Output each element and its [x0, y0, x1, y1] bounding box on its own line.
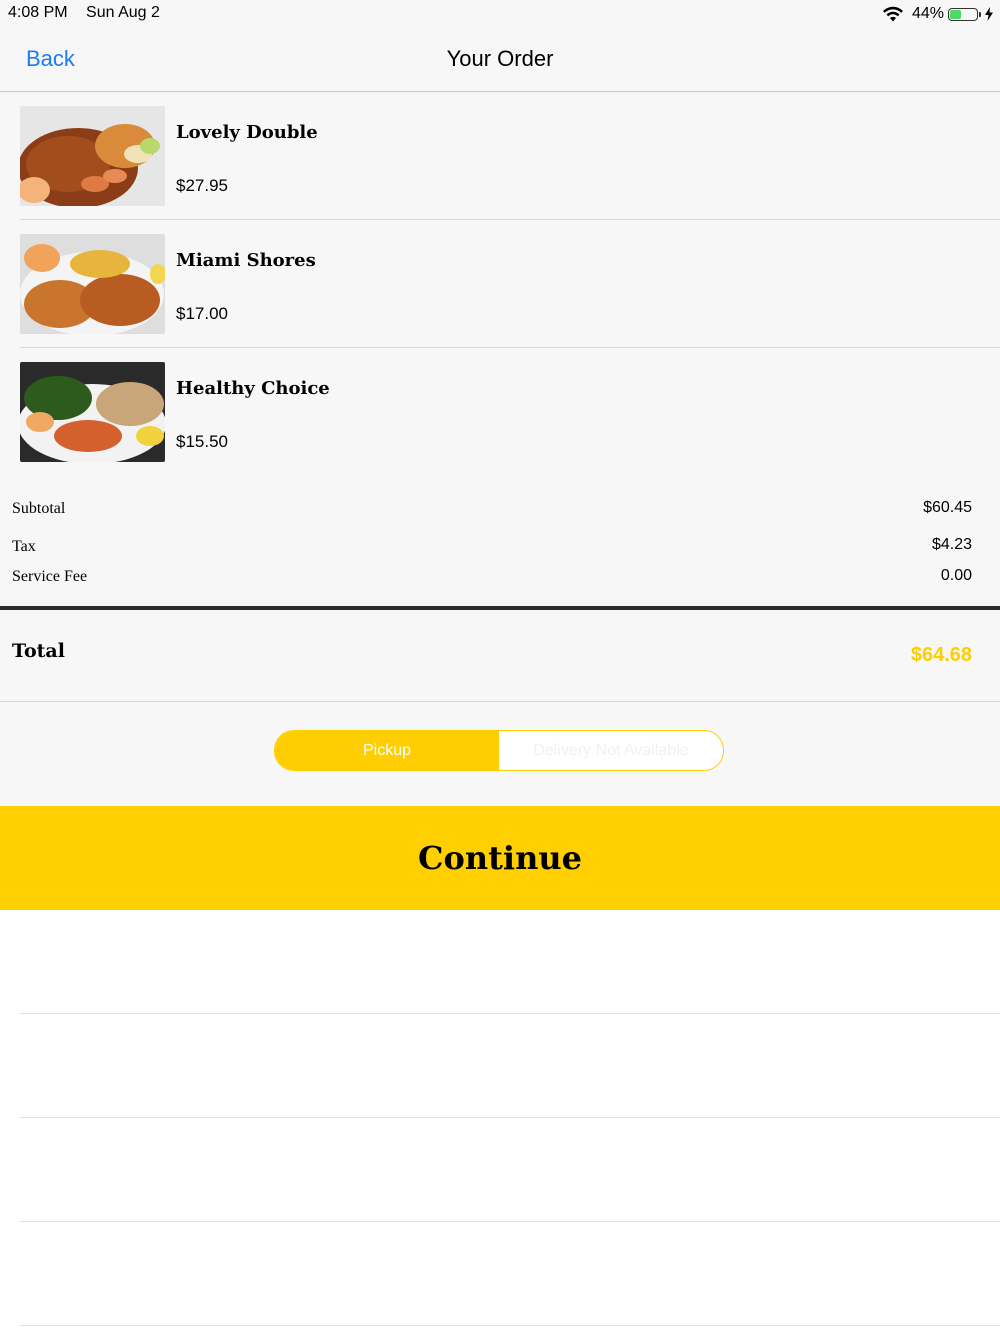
order-item[interactable]: Healthy Choice $15.50: [20, 348, 1000, 476]
item-price: $15.50: [176, 432, 228, 451]
order-item[interactable]: Lovely Double $27.95: [20, 92, 1000, 220]
subtotal-value: $60.45: [923, 499, 972, 516]
status-bar: 4:08 PM Sun Aug 2 44%: [0, 0, 1000, 28]
battery-level-fill: [950, 9, 961, 19]
total-value: $64.68: [910, 644, 972, 666]
battery-icon: [948, 7, 978, 21]
healthy-choice-food-photo: [20, 362, 165, 462]
total-row: Total $64.68: [0, 610, 1000, 702]
item-name: Lovely Double: [176, 122, 318, 143]
page-title: Your Order: [446, 46, 554, 71]
wifi-icon: [882, 6, 903, 22]
empty-row: [20, 910, 1000, 1014]
order-items-list: Lovely Double $27.95 Miami Shores $17.00…: [0, 92, 1000, 476]
empty-row: [20, 1014, 1000, 1118]
status-date: Sun Aug 2: [86, 4, 160, 21]
item-price: $17.00: [176, 304, 228, 323]
lovely-double-food-photo: [20, 106, 165, 206]
order-item[interactable]: Miami Shores $17.00: [20, 220, 1000, 348]
item-name: Miami Shores: [176, 250, 316, 271]
battery-percent: 44%: [911, 5, 944, 22]
item-price: $27.95: [176, 176, 228, 195]
status-time-date: 4:08 PM Sun Aug 2: [8, 4, 160, 22]
battery-tip: [979, 11, 981, 17]
empty-row: [20, 1118, 1000, 1222]
item-name: Healthy Choice: [176, 378, 330, 399]
order-mode-area: Pickup Delivery Not Available: [0, 702, 1000, 806]
tax-value: $4.23: [931, 536, 972, 553]
status-time: 4:08 PM: [8, 4, 68, 21]
status-indicators: 44%: [882, 4, 994, 24]
miami-shores-food-photo: [20, 234, 165, 334]
tax-label: Tax: [12, 538, 36, 555]
navigation-bar: Back Your Order: [0, 28, 1000, 92]
order-mode-segmented-control: Pickup Delivery Not Available: [274, 730, 724, 771]
pickup-segment[interactable]: Pickup: [275, 731, 499, 770]
continue-button[interactable]: Continue: [0, 806, 1000, 910]
empty-row: [20, 1222, 1000, 1326]
service-fee-value: 0.00: [940, 567, 972, 584]
charging-bolt-icon: [985, 7, 993, 21]
order-summary: Subtotal $60.45 Tax $4.23 Service Fee 0.…: [0, 474, 1000, 606]
service-fee-label: Service Fee: [12, 568, 88, 585]
delivery-segment[interactable]: Delivery Not Available: [499, 731, 723, 770]
empty-rows: [0, 910, 1000, 1326]
subtotal-label: Subtotal: [12, 500, 66, 517]
total-label: Total: [12, 640, 65, 662]
